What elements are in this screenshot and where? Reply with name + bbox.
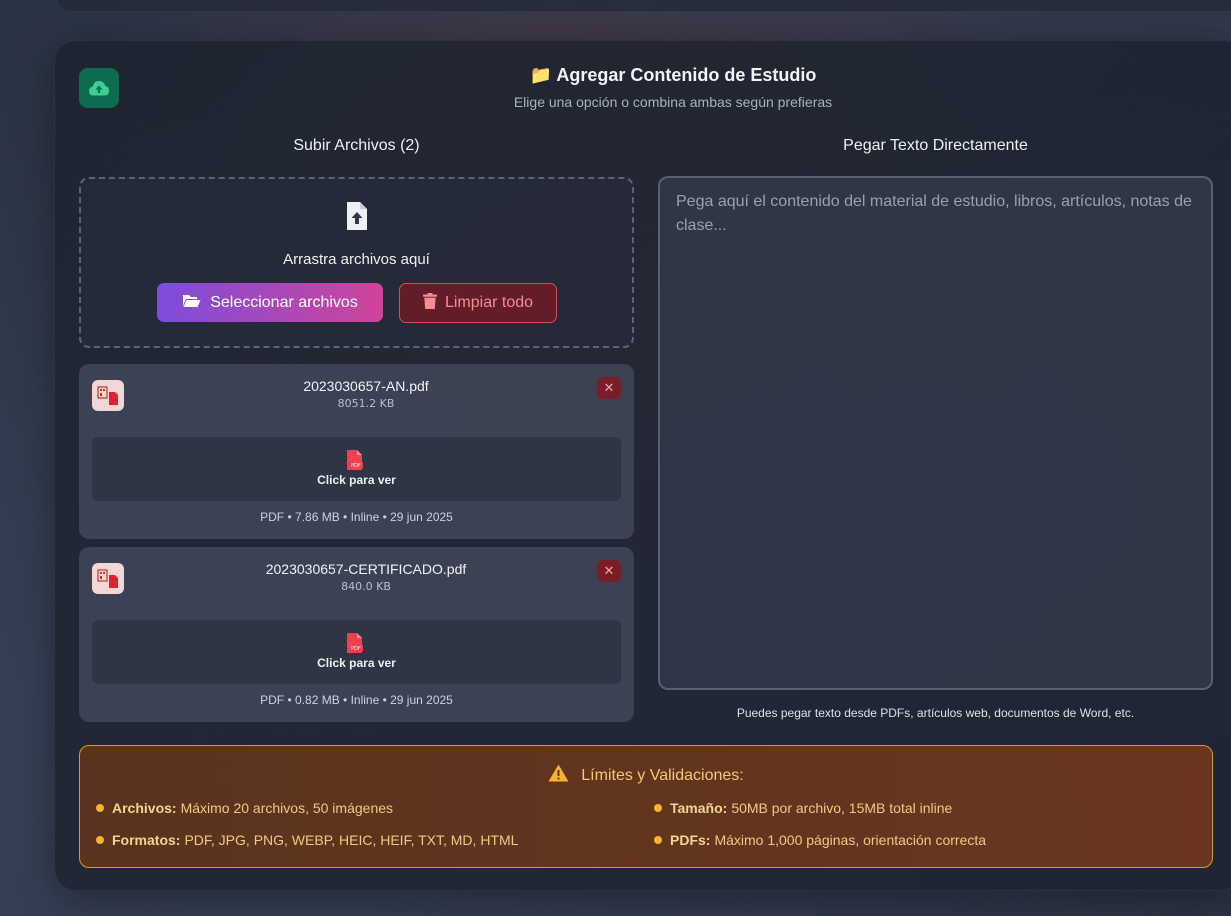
file-size: 8051.2 KB	[337, 397, 395, 410]
file-preview[interactable]: PDF Click para ver	[92, 437, 621, 501]
close-icon: ✕	[603, 563, 615, 579]
file-preview[interactable]: PDF Click para ver	[92, 620, 621, 684]
file-upload-icon	[345, 201, 369, 235]
upload-column-title: Subir Archivos (2)	[293, 137, 420, 154]
select-files-label: Seleccionar archivos	[210, 293, 358, 311]
limit-label: Archivos:	[112, 800, 177, 816]
page-title: 📁 Agregar Contenido de Estudio	[529, 65, 817, 85]
bullet-icon	[96, 804, 104, 812]
warning-icon	[548, 764, 569, 787]
file-meta: PDF • 0.82 MB • Inline • 29 jun 2025	[260, 693, 453, 707]
limit-item: Tamaño: 50MB por archivo, 15MB total inl…	[654, 800, 952, 816]
paste-text-area-container	[658, 176, 1213, 690]
remove-file-button[interactable]: ✕	[597, 377, 621, 399]
limit-item: Formatos: PDF, JPG, PNG, WEBP, HEIC, HEI…	[96, 832, 518, 848]
limits-title-row: Límites y Validaciones:	[80, 764, 1212, 787]
limit-label: Tamaño:	[670, 800, 728, 816]
clear-all-label: Limpiar todo	[444, 294, 534, 311]
bullet-icon	[654, 836, 662, 844]
pdf-icon: PDF	[345, 450, 365, 474]
svg-text:PDF: PDF	[351, 463, 361, 469]
clear-all-button[interactable]: Limpiar todo	[399, 283, 557, 323]
pdf-icon: PDF	[345, 633, 365, 657]
dropzone-text: Arrastra archivos aquí	[283, 251, 430, 268]
paste-text-input[interactable]	[660, 178, 1211, 688]
bullet-icon	[96, 836, 104, 844]
limit-value: Máximo 1,000 páginas, orientación correc…	[714, 832, 987, 848]
file-meta: PDF • 7.86 MB • Inline • 29 jun 2025	[260, 510, 453, 524]
paste-column-title: Pegar Texto Directamente	[843, 137, 1028, 154]
file-card: 2023030657-CERTIFICADO.pdf 840.0 KB ✕ PD…	[79, 547, 634, 722]
limit-value: 50MB por archivo, 15MB total inline	[731, 800, 953, 816]
remove-file-button[interactable]: ✕	[597, 560, 621, 582]
previous-section-panel	[55, 0, 1231, 12]
file-card: 2023030657-AN.pdf 8051.2 KB ✕ PDF Click …	[79, 364, 634, 539]
limits-title: Límites y Validaciones:	[581, 766, 744, 784]
file-name: 2023030657-AN.pdf	[303, 378, 429, 394]
limit-label: PDFs:	[670, 832, 711, 848]
limit-value: PDF, JPG, PNG, WEBP, HEIC, HEIF, TXT, MD…	[184, 832, 519, 848]
page-subtitle: Elige una opción o combina ambas según p…	[513, 94, 833, 110]
file-name: 2023030657-CERTIFICADO.pdf	[265, 561, 467, 577]
select-files-button[interactable]: Seleccionar archivos	[157, 283, 383, 322]
limit-value: Máximo 20 archivos, 50 imágenes	[180, 800, 394, 816]
limits-box: Límites y Validaciones: Archivos: Máximo…	[79, 745, 1213, 868]
study-content-panel: 📁 Agregar Contenido de Estudio Elige una…	[54, 40, 1231, 891]
bullet-icon	[654, 804, 662, 812]
paste-hint: Puedes pegar texto desde PDFs, artículos…	[736, 706, 1135, 720]
svg-text:PDF: PDF	[351, 646, 361, 652]
folder-open-icon	[182, 293, 201, 313]
trash-icon	[422, 292, 437, 314]
close-icon: ✕	[603, 380, 615, 396]
limit-item: Archivos: Máximo 20 archivos, 50 imágene…	[96, 800, 393, 816]
limit-label: Formatos:	[112, 832, 181, 848]
limit-item: PDFs: Máximo 1,000 páginas, orientación …	[654, 832, 986, 848]
preview-label: Click para ver	[317, 473, 396, 487]
file-size: 840.0 KB	[341, 580, 391, 593]
preview-label: Click para ver	[317, 656, 396, 670]
file-dropzone[interactable]: Arrastra archivos aquí Seleccionar archi…	[79, 177, 634, 348]
